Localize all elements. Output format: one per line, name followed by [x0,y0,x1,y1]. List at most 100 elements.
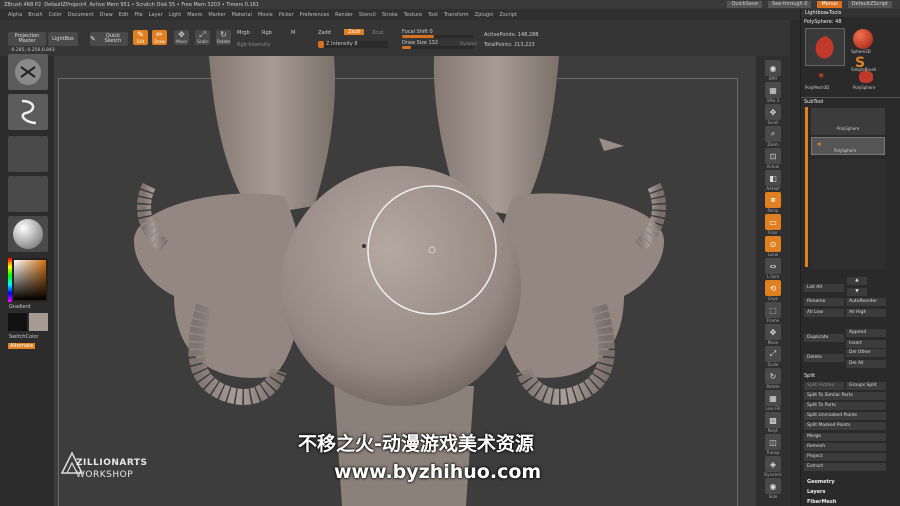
project-header[interactable]: Project [804,453,886,461]
menu-preferences[interactable]: Preferences [300,12,329,18]
menu-movie[interactable]: Movie [258,12,273,18]
menu-edit[interactable]: Edit [119,12,129,18]
secondary-color-swatch[interactable] [29,313,48,331]
autoreorder-button[interactable]: AutoReorder [846,298,886,306]
delete-button[interactable]: Delete [804,354,844,362]
menus-button[interactable]: Menus [817,1,842,8]
all-low-button[interactable]: All Low [804,309,844,317]
subtool-scrollbar[interactable] [805,107,808,267]
shelf-line-fill-button[interactable]: ▦ [765,390,781,406]
geometry-header[interactable]: Geometry [807,479,835,485]
tool-thumb-current[interactable] [805,28,845,66]
projection-master-button[interactable]: Projection Master [8,32,46,46]
menu-picker[interactable]: Picker [279,12,294,18]
switch-color-button[interactable]: SwitchColor [9,334,39,340]
sphere3d-tool-icon[interactable] [853,29,873,49]
polysphere2-tool-icon[interactable] [859,71,873,83]
quick-sketch-button[interactable]: ✎ Quick Sketch [90,32,128,46]
rgb-intensity-slider[interactable]: Rgb Intensity [237,42,270,48]
remesh-header[interactable]: Remesh [804,443,886,451]
shelf-actual-button[interactable]: ⊡ [765,148,781,164]
menu-transform[interactable]: Transform [444,12,469,18]
menu-render[interactable]: Render [335,12,353,18]
polymesh3d-tool-icon[interactable]: ✶ [817,71,825,82]
shelf-persp-button[interactable]: ⧈ [765,192,781,208]
split-unmasked-button[interactable]: Split Unmasked Points [804,412,886,420]
lightbox-button[interactable]: LightBox [48,32,78,46]
split-hidden-button[interactable]: Split Hidden [804,382,844,390]
all-high-button[interactable]: All High [846,309,886,317]
dynamic-toggle[interactable]: Dynamic [460,41,478,46]
menu-marker[interactable]: Marker [208,12,225,18]
menu-zplugin[interactable]: Zplugin [475,12,494,18]
menu-macro[interactable]: Macro [187,12,202,18]
menu-file[interactable]: File [134,12,142,18]
shelf-zoom-button[interactable]: ⌕ [765,126,781,142]
list-all-button[interactable]: List All [804,284,844,292]
subtool-item-2[interactable]: ✶ PolySphere [811,137,885,155]
shelf-local-button[interactable]: ⊙ [765,236,781,252]
shelf-scale-button[interactable]: ⤢ [765,346,781,362]
rotate-mode-button[interactable]: ↻ Rotate [216,30,231,45]
split-masked-button[interactable]: Split Masked Points [804,422,886,430]
del-other-button[interactable]: Del Other [846,349,886,357]
main-color-swatch[interactable] [8,313,27,331]
viewport-canvas[interactable]: ZILLIONARTS WORKSHOP 不移之火-动漫游戏美术资源 www.b… [54,56,756,506]
merge-header[interactable]: Merge [804,433,886,441]
zsub-toggle[interactable]: Zsub [344,29,365,35]
mrgb-toggle[interactable]: Mrgb [237,30,250,36]
zcut-toggle[interactable]: Zcut [372,30,383,36]
edit-mode-button[interactable]: ✎ Edit [133,30,148,45]
menu-alpha[interactable]: Alpha [8,12,22,18]
shelf-move-button[interactable]: ✥ [765,324,781,340]
m-toggle[interactable]: M [291,30,295,36]
shelf-floor-button[interactable]: ▭ [765,214,781,230]
menu-document[interactable]: Document [68,12,94,18]
menu-layer[interactable]: Layer [149,12,163,18]
lightbox-tools-button[interactable]: Lightbox▸Tools [801,9,900,17]
shelf-scroll-button[interactable]: ✥ [765,104,781,120]
rgb-toggle[interactable]: Rgb [262,30,272,36]
shelf-frame-button[interactable]: ⬚ [765,302,781,318]
duplicate-button[interactable]: Duplicate [804,334,844,342]
fibermesh-header[interactable]: FiberMesh [807,499,836,505]
shelf-aahalf-button[interactable]: ◧ [765,170,781,186]
alpha-selector[interactable] [8,136,48,172]
quicksave-button[interactable]: QuickSave [727,1,762,8]
gradient-label[interactable]: Gradient [9,304,31,310]
shelf-l-sym-button[interactable]: ⇔ [765,258,781,274]
arrow-up-button[interactable]: ▲ [847,277,867,285]
shelf-rotate-button[interactable]: ↻ [765,368,781,384]
insert-button[interactable]: Insert [846,340,886,348]
see-through-slider[interactable]: See-through 0 [767,1,812,8]
material-selector[interactable] [8,216,48,252]
shelf-bpr-button[interactable]: ◉ [765,60,781,76]
color-picker[interactable] [8,258,48,302]
draw-size-slider[interactable] [402,46,474,49]
layers-header[interactable]: Layers [807,489,826,495]
menu-texture[interactable]: Texture [404,12,422,18]
menu-stencil[interactable]: Stencil [359,12,376,18]
alternate-button[interactable]: Alternate [8,343,36,349]
shelf-solo-button[interactable]: ◉ [765,478,781,494]
move-mode-button[interactable]: ✥ Move [174,30,189,45]
focal-shift-slider[interactable] [402,35,474,38]
menu-color[interactable]: Color [49,12,62,18]
subtool-header[interactable]: SubTool [804,99,823,105]
z-intensity-slider[interactable]: Z Intensity 8 [318,41,388,48]
stroke-selector[interactable] [8,94,48,130]
extract-header[interactable]: Extract [804,463,886,471]
split-header[interactable]: Split [804,373,815,379]
default-zscript-button[interactable]: DefaultZScript [847,1,892,8]
shelf-polyf-button[interactable]: ▩ [765,412,781,428]
shelf-transp-button[interactable]: ◫ [765,434,781,450]
zadd-toggle[interactable]: Zadd [318,30,331,36]
brush-selector[interactable] [8,54,48,90]
shelf-spix-3-button[interactable]: ▦ [765,82,781,98]
del-all-button[interactable]: Del All [846,360,886,368]
shelf-dynamic-button[interactable]: ◈ [765,456,781,472]
menu-stroke[interactable]: Stroke [382,12,398,18]
menu-zscript[interactable]: Zscript [500,12,517,18]
split-similar-parts-button[interactable]: Split To Similar Parts [804,392,886,400]
subtool-item-1[interactable]: PolySphere [811,108,885,135]
